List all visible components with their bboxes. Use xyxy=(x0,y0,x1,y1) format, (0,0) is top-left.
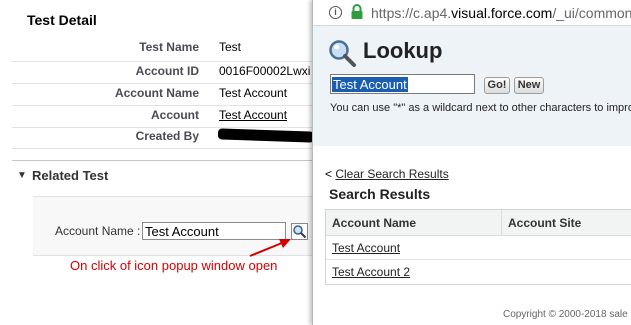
lookup-popup-window: i https://c.ap4.visual.force.com/_ui/com… xyxy=(312,0,631,325)
column-header-account-name[interactable]: Account Name xyxy=(326,210,502,236)
lookup-header: Lookup Test Account Go! New You can use … xyxy=(313,26,631,146)
annotation-text: On click of icon popup window open xyxy=(70,258,278,273)
account-link[interactable]: Test Account xyxy=(219,108,287,122)
section-divider xyxy=(12,160,316,161)
table-row: Test Account 2 xyxy=(326,260,631,284)
new-button[interactable]: New xyxy=(514,77,544,94)
search-results-title: Search Results xyxy=(329,186,431,202)
go-button[interactable]: Go! xyxy=(484,77,510,94)
column-header-account-site[interactable]: Account Site xyxy=(502,210,631,236)
field-label-account-id: Account ID xyxy=(135,64,199,78)
field-label-test-name: Test Name xyxy=(139,40,199,54)
field-value-account-id: 0016F00002Lwxi xyxy=(219,64,311,78)
url-prefix: https://c.ap4. xyxy=(371,5,452,21)
lock-icon xyxy=(351,4,363,19)
wildcard-hint: You can use "*" as a wildcard next to ot… xyxy=(330,102,631,114)
clear-search-results-link[interactable]: Clear Search Results xyxy=(335,167,448,181)
url-text: https://c.ap4.visual.force.com/_ui/commo… xyxy=(371,5,631,21)
row-divider xyxy=(12,61,312,62)
row-divider xyxy=(12,127,312,128)
collapse-triangle-icon[interactable]: ▼ xyxy=(17,170,27,181)
redaction-scribble xyxy=(217,128,315,143)
annotation-arrow-icon xyxy=(249,239,291,257)
copyright-footer: Copyright © 2000-2018 sale xyxy=(503,309,628,320)
field-label-account-name: Account Name xyxy=(114,86,199,100)
results-table: Account Name Account Site Test Account T… xyxy=(325,209,631,285)
field-label-account: Account xyxy=(151,108,199,122)
address-bar[interactable]: i https://c.ap4.visual.force.com/_ui/com… xyxy=(313,0,631,26)
selected-search-text: Test Account xyxy=(332,77,408,92)
result-link[interactable]: Test Account 2 xyxy=(332,265,410,279)
row-divider xyxy=(12,148,312,149)
account-name-label: Account Name : xyxy=(55,224,141,238)
field-label-created-by: Created By xyxy=(135,129,199,143)
url-path: /_ui/common_ xyxy=(552,5,631,21)
table-row: Test Account xyxy=(326,236,631,260)
detail-section-title: Test Detail xyxy=(27,12,97,28)
clear-prefix: < xyxy=(325,167,336,181)
field-value-account-name: Test Account xyxy=(219,86,288,100)
related-section-title: Related Test xyxy=(32,168,109,183)
url-domain: visual.force.com xyxy=(451,5,553,21)
field-value-test-name: Test xyxy=(219,40,242,54)
row-divider xyxy=(12,105,312,106)
lookup-title: Lookup xyxy=(363,38,443,63)
row-divider xyxy=(12,83,312,84)
clear-search-row: < Clear Search Results xyxy=(325,167,449,181)
magnifier-icon xyxy=(329,40,356,67)
result-link[interactable]: Test Account xyxy=(332,241,400,255)
info-icon[interactable]: i xyxy=(329,6,342,19)
record-page: Test Detail Test Name Test Account ID 00… xyxy=(0,0,316,325)
